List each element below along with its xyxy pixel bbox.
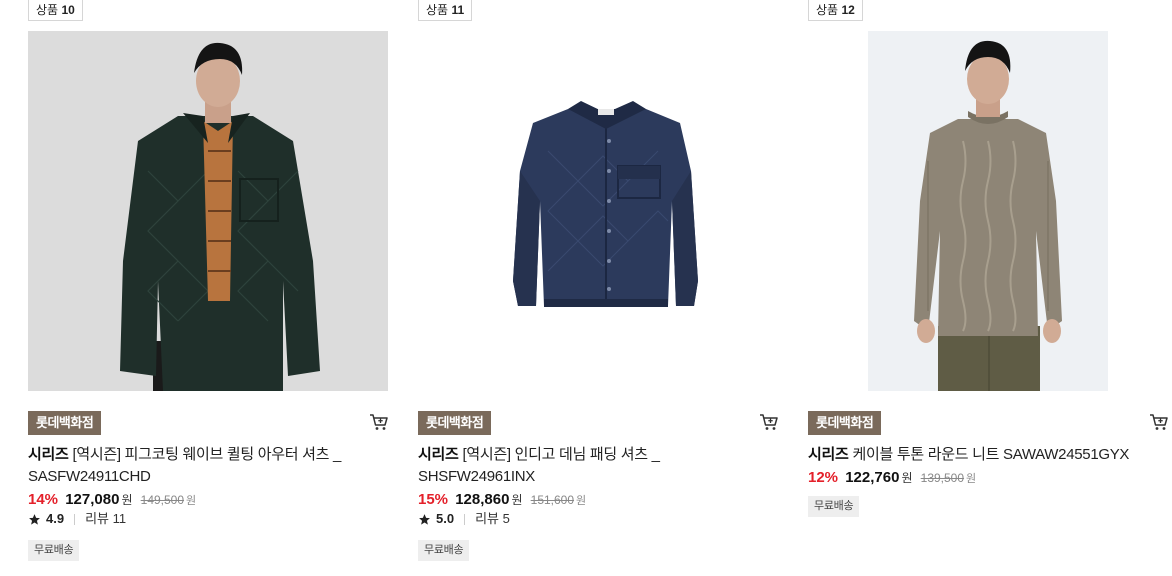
price-row: 14% 127,080 원 149,500 원 bbox=[28, 491, 197, 508]
rating-value: 5.0 bbox=[436, 511, 455, 526]
price-row: 15% 128,860 원 151,600 원 bbox=[418, 491, 587, 508]
free-shipping-badge: 무료배송 bbox=[808, 496, 860, 517]
discount-rate: 15% bbox=[418, 491, 449, 508]
star-icon bbox=[419, 513, 430, 525]
product-image[interactable] bbox=[418, 31, 778, 391]
rank-badge: 상품 12 bbox=[808, 0, 863, 21]
product-image[interactable] bbox=[28, 31, 388, 391]
rank-badge: 상품 10 bbox=[28, 0, 83, 21]
free-shipping-badge: 무료배송 bbox=[28, 540, 80, 561]
brand-tag[interactable]: 롯데백화점 bbox=[808, 411, 882, 435]
product-title[interactable]: 시리즈 [역시즌] 인디고 데님 패딩 셔츠 _ SHSFW24961INX bbox=[418, 444, 773, 488]
cart-icon[interactable] bbox=[759, 413, 779, 431]
sale-price: 127,080 bbox=[65, 491, 120, 508]
rating-value: 4.9 bbox=[46, 511, 65, 526]
sale-price: 128,860 bbox=[455, 491, 510, 508]
price-row: 12% 122,760 원 139,500 원 bbox=[808, 469, 977, 486]
cart-icon[interactable] bbox=[1149, 413, 1169, 431]
original-price: 149,500 bbox=[140, 493, 185, 507]
review-row: 5.0 리뷰 5 bbox=[418, 510, 510, 528]
brand-tag[interactable]: 롯데백화점 bbox=[28, 411, 102, 435]
discount-rate: 12% bbox=[808, 469, 839, 486]
product-image[interactable] bbox=[868, 31, 1108, 391]
sale-price: 122,760 bbox=[845, 469, 900, 486]
review-count[interactable]: 리뷰 11 bbox=[85, 510, 126, 528]
original-price: 139,500 bbox=[920, 471, 965, 485]
divider bbox=[464, 513, 466, 525]
free-shipping-badge: 무료배송 bbox=[418, 540, 470, 561]
product-title[interactable]: 시리즈 케이블 투톤 라운드 니트 SAWAW24551GYX bbox=[808, 444, 1163, 466]
discount-rate: 14% bbox=[28, 491, 59, 508]
brand-tag[interactable]: 롯데백화점 bbox=[418, 411, 492, 435]
rank-badge: 상품 11 bbox=[418, 0, 473, 21]
review-count[interactable]: 리뷰 5 bbox=[475, 510, 510, 528]
product-title[interactable]: 시리즈 [역시즌] 피그코팅 웨이브 퀼팅 아우터 셔츠 _ SASFW24911… bbox=[28, 444, 383, 488]
product-card[interactable]: 상품 12 롯데백화점 시리즈 케이블 투톤 라운드 니트 SAWAW24551… bbox=[808, 0, 1172, 576]
review-row: 4.9 리뷰 11 bbox=[28, 510, 126, 528]
star-icon bbox=[29, 513, 40, 525]
product-card[interactable]: 상품 11 롯데백화점 시리즈 [역시즌] 인디고 데님 패딩 셔츠 _ SHS… bbox=[418, 0, 788, 576]
product-card[interactable]: 상품 10 롯데백화점 시리즈 [역시즌] 피그코팅 웨이브 퀼팅 아우터 셔츠… bbox=[28, 0, 398, 576]
original-price: 151,600 bbox=[530, 493, 575, 507]
divider bbox=[74, 513, 76, 525]
cart-icon[interactable] bbox=[369, 413, 389, 431]
